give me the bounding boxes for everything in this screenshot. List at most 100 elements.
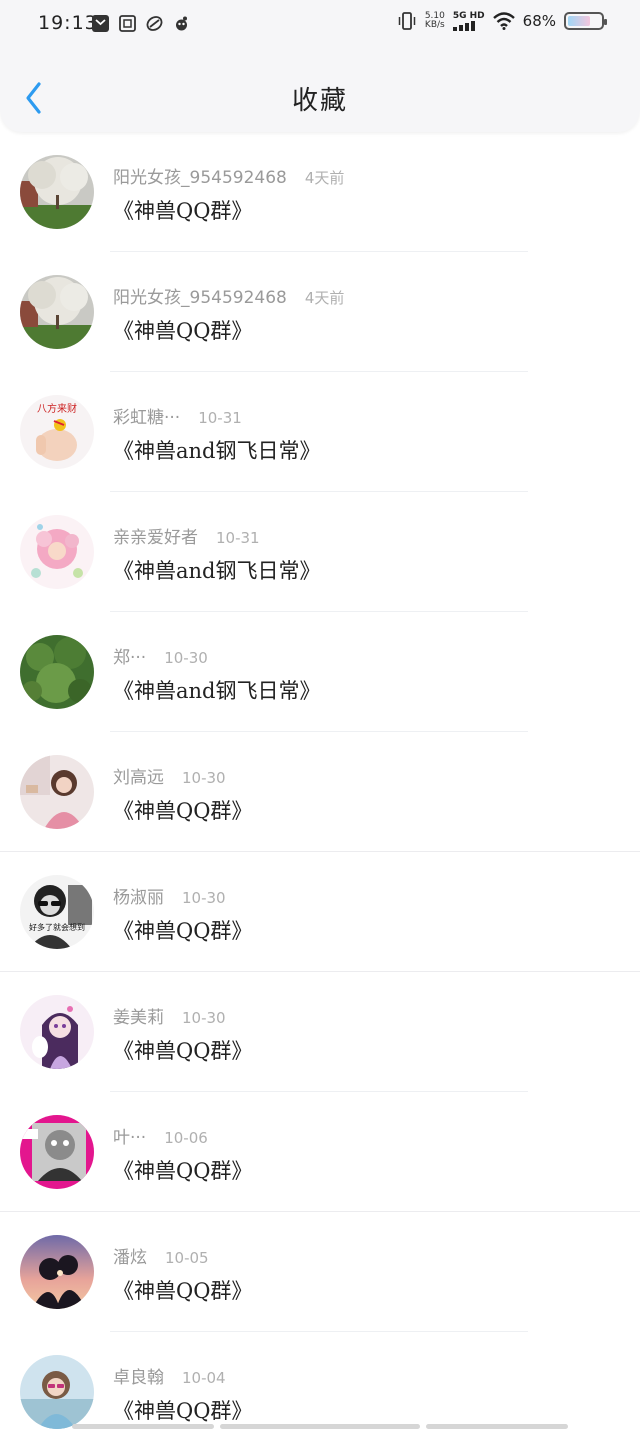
sender-name: 姜美莉 bbox=[113, 1008, 164, 1028]
app-mascot-icon bbox=[176, 16, 187, 31]
list-item[interactable]: 八方来财 彩虹糖··· 10-31 《神兽and钢飞日常》 bbox=[0, 372, 640, 492]
wifi-icon bbox=[492, 12, 515, 30]
list-item[interactable]: 潘炫 10-05 《神兽QQ群》 bbox=[0, 1212, 640, 1332]
avatar-caption: 好多了就会想到 bbox=[29, 922, 85, 932]
avatar-blossom-tree bbox=[20, 275, 94, 349]
group-name: 《神兽QQ群》 bbox=[113, 1399, 253, 1423]
item-time: 10-30 bbox=[182, 1009, 226, 1027]
avatar bbox=[20, 515, 94, 589]
group-name: 《神兽QQ群》 bbox=[113, 799, 253, 823]
sender-name: 卓良翰 bbox=[113, 1368, 164, 1388]
group-name: 《神兽QQ群》 bbox=[113, 1159, 253, 1183]
item-meta: 姜美莉 10-30 bbox=[113, 1003, 226, 1028]
app-notification-icon bbox=[92, 15, 109, 32]
item-time: 10-04 bbox=[182, 1369, 226, 1387]
group-name: 《神兽QQ群》 bbox=[113, 1039, 253, 1063]
list-item[interactable]: 刘高远 10-30 《神兽QQ群》 bbox=[0, 732, 640, 852]
avatar-anime-girl bbox=[20, 995, 94, 1069]
item-time: 10-30 bbox=[182, 769, 226, 787]
avatar bbox=[20, 1355, 94, 1429]
item-time: 4天前 bbox=[304, 169, 345, 187]
battery-percent: 68% bbox=[522, 12, 556, 30]
network-indicator: 5G HD bbox=[452, 11, 485, 31]
sender-name: 郑··· bbox=[113, 648, 147, 668]
item-meta: 杨淑丽 10-30 bbox=[113, 883, 226, 908]
item-time: 10-30 bbox=[164, 649, 208, 667]
item-meta: 郑··· 10-30 bbox=[113, 643, 208, 668]
item-time: 10-06 bbox=[164, 1129, 208, 1147]
group-name: 《神兽QQ群》 bbox=[113, 1279, 253, 1303]
nav-bar: 收藏 bbox=[0, 50, 640, 132]
avatar-sunset-couple bbox=[20, 1235, 94, 1309]
list-item[interactable]: 亲亲爱好者 10-31 《神兽and钢飞日常》 bbox=[0, 492, 640, 612]
item-time: 10-31 bbox=[198, 409, 242, 427]
sender-name: 刘高远 bbox=[113, 768, 164, 788]
status-bar: 19:13 5.10 KB/s 5G HD 68% bbox=[0, 0, 640, 50]
group-name: 《神兽QQ群》 bbox=[113, 199, 253, 223]
status-right: 5.10 KB/s 5G HD 68% bbox=[397, 11, 607, 31]
avatar bbox=[20, 275, 94, 349]
group-name: 《神兽QQ群》 bbox=[113, 919, 253, 943]
status-time: 19:13 bbox=[38, 12, 98, 34]
list-item[interactable]: 阳光女孩_954592468 4天前 《神兽QQ群》 bbox=[0, 132, 640, 252]
item-meta: 彩虹糖··· 10-31 bbox=[113, 403, 242, 428]
battery-tip bbox=[604, 19, 607, 25]
item-meta: 潘炫 10-05 bbox=[113, 1243, 209, 1268]
item-time: 4天前 bbox=[304, 289, 345, 307]
group-name: 《神兽and钢飞日常》 bbox=[113, 679, 321, 703]
page-title: 收藏 bbox=[291, 86, 348, 116]
sender-name: 亲亲爱好者 bbox=[113, 528, 198, 548]
item-meta: 卓良翰 10-04 bbox=[113, 1363, 226, 1388]
avatar-girl-sunglasses bbox=[20, 1355, 94, 1429]
item-time: 10-30 bbox=[182, 889, 226, 907]
group-name: 《神兽and钢飞日常》 bbox=[113, 559, 321, 583]
scrollbar[interactable] bbox=[72, 1424, 214, 1429]
sender-name: 阳光女孩_954592468 bbox=[113, 288, 287, 308]
avatar bbox=[20, 995, 94, 1069]
avatar-pink-cartoon bbox=[20, 1115, 94, 1189]
item-time: 10-05 bbox=[165, 1249, 209, 1267]
avatar-blossom-tree bbox=[20, 155, 94, 229]
avatar-sunglasses-bw: 好多了就会想到 bbox=[20, 875, 94, 949]
group-name: 《神兽and钢飞日常》 bbox=[113, 439, 321, 463]
avatar: 八方来财 bbox=[20, 395, 94, 469]
sender-name: 杨淑丽 bbox=[113, 888, 164, 908]
network-speed: 5.10 KB/s bbox=[425, 12, 445, 30]
list-item[interactable]: 郑··· 10-30 《神兽and钢飞日常》 bbox=[0, 612, 640, 732]
item-meta: 阳光女孩_954592468 4天前 bbox=[113, 283, 344, 308]
scrollbar[interactable] bbox=[220, 1424, 420, 1429]
clipboard-icon bbox=[119, 15, 136, 32]
battery-level bbox=[568, 16, 590, 26]
avatar-hand-coin: 八方来财 bbox=[20, 395, 94, 469]
sender-name: 彩虹糖··· bbox=[113, 408, 181, 428]
sender-name: 叶··· bbox=[113, 1128, 147, 1148]
list-item[interactable]: 好多了就会想到 杨淑丽 10-30 《神兽QQ群》 bbox=[0, 852, 640, 972]
network-type: 5G HD bbox=[452, 11, 485, 21]
avatar-pink-illustration bbox=[20, 515, 94, 589]
item-meta: 阳光女孩_954592468 4天前 bbox=[113, 163, 344, 188]
avatar-girl-photo bbox=[20, 755, 94, 829]
item-time: 10-31 bbox=[216, 529, 260, 547]
scrollbar[interactable] bbox=[426, 1424, 568, 1429]
list-item[interactable]: 卓良翰 10-04 《神兽QQ群》 bbox=[0, 1332, 640, 1433]
item-meta: 叶··· 10-06 bbox=[113, 1123, 208, 1148]
group-name: 《神兽QQ群》 bbox=[113, 319, 253, 343]
avatar bbox=[20, 155, 94, 229]
network-speed-unit: KB/s bbox=[424, 20, 445, 30]
avatar: 好多了就会想到 bbox=[20, 875, 94, 949]
avatar bbox=[20, 755, 94, 829]
signal-icon bbox=[452, 21, 475, 31]
item-meta: 刘高远 10-30 bbox=[113, 763, 226, 788]
list-item[interactable]: 姜美莉 10-30 《神兽QQ群》 bbox=[0, 972, 640, 1092]
item-meta: 亲亲爱好者 10-31 bbox=[113, 523, 260, 548]
favorites-list: 阳光女孩_954592468 4天前 《神兽QQ群》 阳光女孩_954592468… bbox=[0, 132, 640, 1433]
avatar-green-foliage bbox=[20, 635, 94, 709]
avatar bbox=[20, 635, 94, 709]
sender-name: 潘炫 bbox=[113, 1248, 147, 1268]
list-item[interactable]: 阳光女孩_954592468 4天前 《神兽QQ群》 bbox=[0, 252, 640, 372]
vibrate-icon bbox=[398, 12, 416, 30]
battery-icon bbox=[564, 12, 607, 30]
list-item[interactable]: 叶··· 10-06 《神兽QQ群》 bbox=[0, 1092, 640, 1212]
avatar bbox=[20, 1115, 94, 1189]
avatar-caption: 八方来财 bbox=[37, 402, 77, 415]
